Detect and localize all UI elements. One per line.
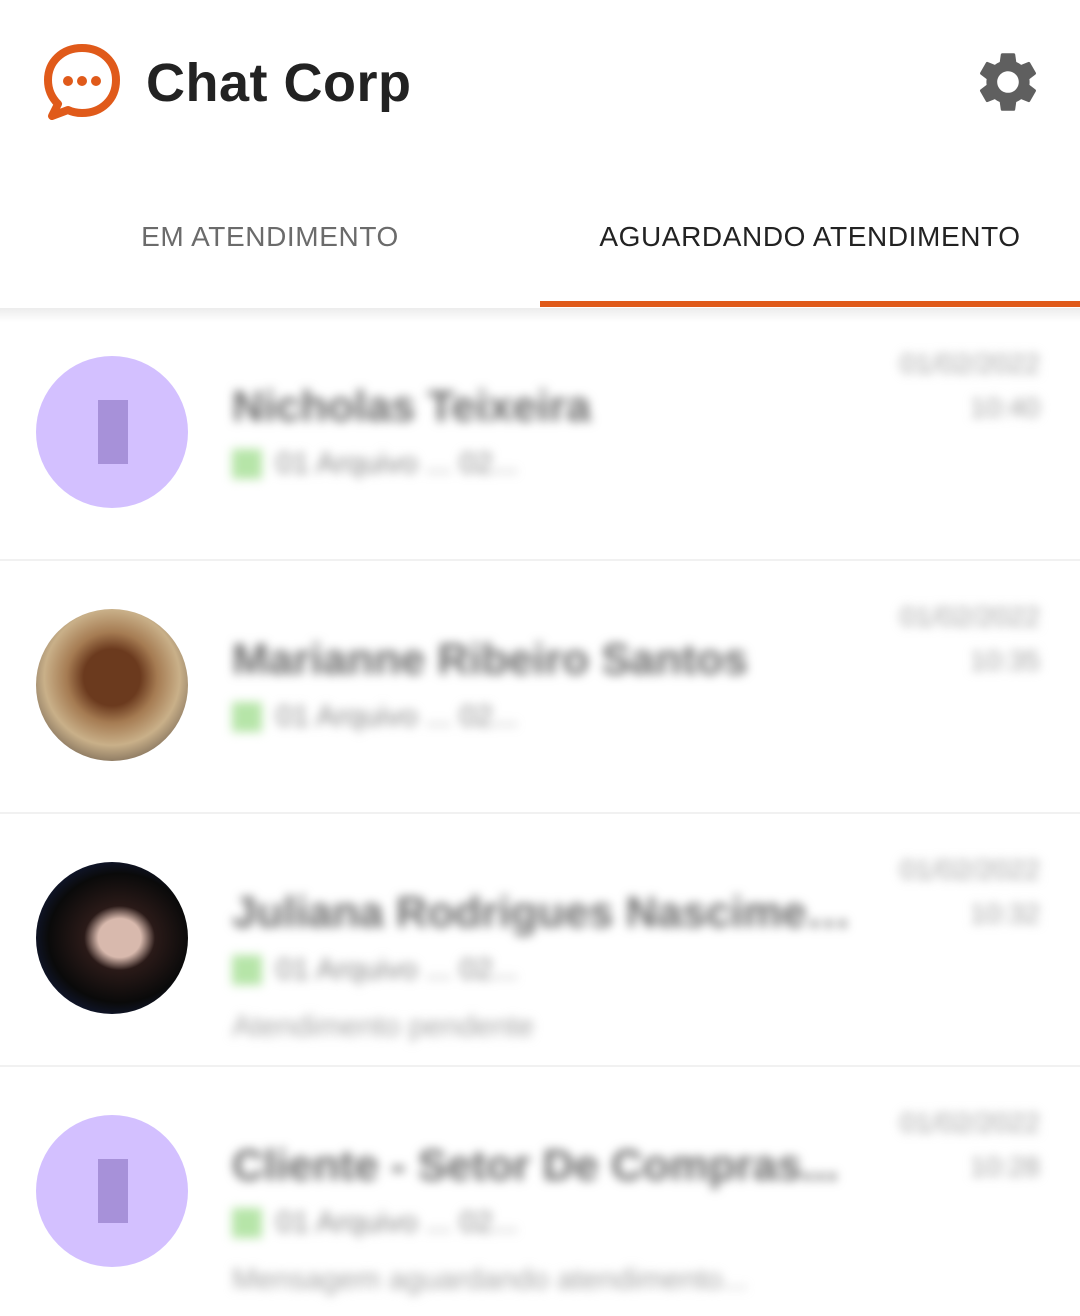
app-title: Chat Corp	[146, 53, 412, 113]
chat-list-item[interactable]: Nicholas Teixeira 01 Arquivo ... 02... 0…	[0, 308, 1080, 561]
message-preview: 01 Arquivo ... 02...	[232, 700, 518, 733]
message-preview: 01 Arquivo ... 02...	[232, 1206, 518, 1239]
contact-name: Juliana Rodrigues Nascimento...	[232, 888, 872, 937]
message-time: 10:40	[969, 392, 1040, 423]
tab-bar: EM ATENDIMENTO AGUARDANDO ATENDIMENTO	[0, 165, 1080, 308]
message-preview: 01 Arquivo ... 02...	[232, 447, 518, 480]
read-check-icon	[232, 702, 262, 732]
app-root: Chat Corp EM ATENDIMENTO AGUARDANDO ATEN…	[0, 0, 1080, 1316]
tab-em-atendimento[interactable]: EM ATENDIMENTO	[0, 165, 540, 308]
chat-list-item[interactable]: Juliana Rodrigues Nascimento... 01 Arqui…	[0, 814, 1080, 1067]
preview-text: 01 Arquivo ... 02...	[276, 447, 518, 480]
preview-text: 01 Arquivo ... 02...	[276, 700, 518, 733]
chat-list-item[interactable]: Cliente - Setor De Compras... 01 Arquivo…	[0, 1067, 1080, 1316]
status-text: Atendimento pendente	[232, 1010, 534, 1043]
avatar	[36, 356, 188, 508]
chat-list: Nicholas Teixeira 01 Arquivo ... 02... 0…	[0, 308, 1080, 1316]
message-time: 10:35	[969, 645, 1040, 676]
message-preview: 01 Arquivo ... 02...	[232, 953, 518, 986]
read-check-icon	[232, 449, 262, 479]
message-date: 01/02/2022	[899, 854, 1040, 885]
message-date: 01/02/2022	[899, 601, 1040, 632]
read-check-icon	[232, 1208, 262, 1238]
app-header: Chat Corp	[0, 0, 1080, 165]
read-check-icon	[232, 955, 262, 985]
contact-name: Cliente - Setor De Compras...	[232, 1141, 839, 1190]
contact-name: Marianne Ribeiro Santos	[232, 635, 748, 684]
preview-text: 01 Arquivo ... 02...	[276, 953, 518, 986]
message-time: 10:32	[969, 898, 1040, 929]
avatar	[36, 1115, 188, 1267]
chat-list-item[interactable]: Marianne Ribeiro Santos 01 Arquivo ... 0…	[0, 561, 1080, 814]
message-date: 01/02/2022	[899, 348, 1040, 379]
contact-name: Nicholas Teixeira	[232, 382, 591, 431]
avatar	[36, 862, 188, 1014]
tab-aguardando-atendimento[interactable]: AGUARDANDO ATENDIMENTO	[540, 165, 1080, 308]
gear-icon[interactable]	[972, 46, 1044, 118]
avatar	[36, 609, 188, 761]
message-date: 01/02/2022	[899, 1107, 1040, 1138]
status-text: Mensagem aguardando atendimento...	[232, 1263, 748, 1296]
active-tab-indicator	[540, 301, 1080, 307]
chat-bubble-dots-icon	[44, 44, 120, 120]
message-time: 10:28	[969, 1151, 1040, 1182]
preview-text: 01 Arquivo ... 02...	[276, 1206, 518, 1239]
